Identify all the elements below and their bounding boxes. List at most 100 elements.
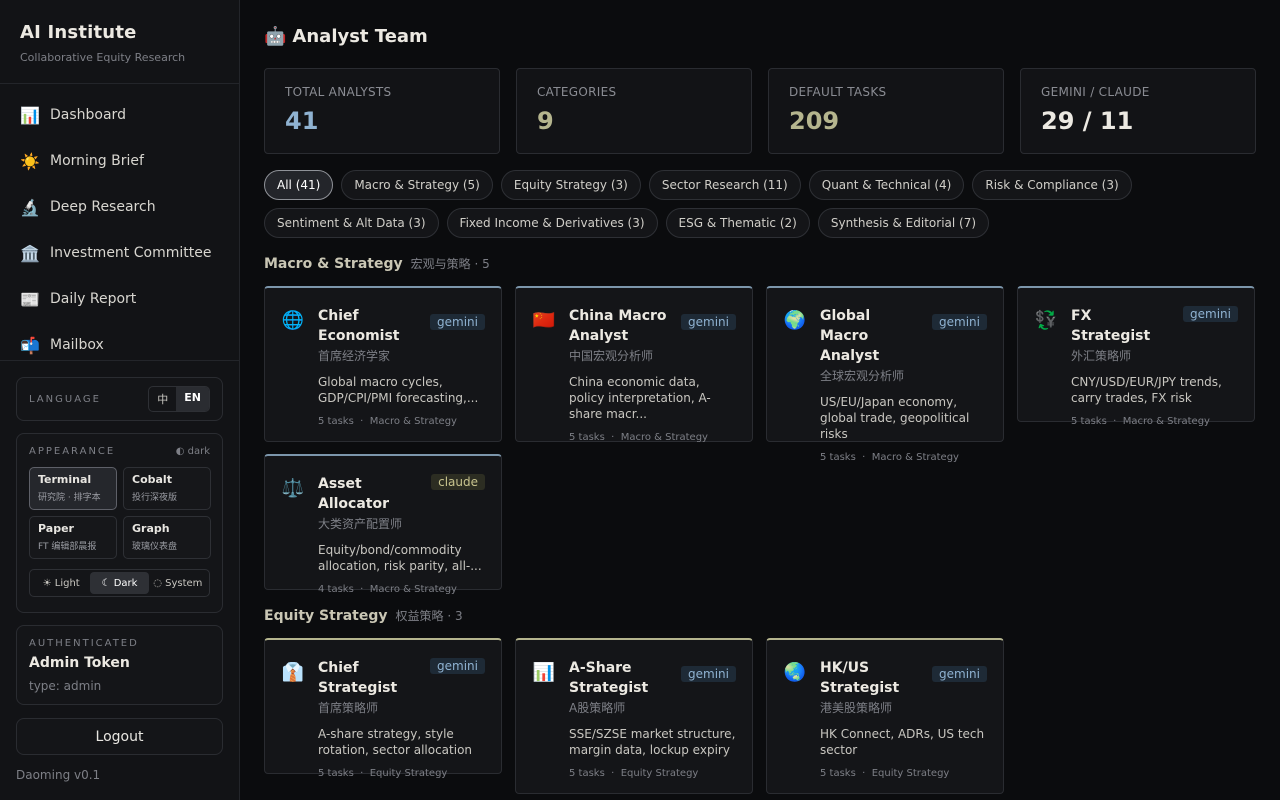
currency-exchange-icon: 💱 [1034, 309, 1058, 331]
analyst-description: Equity/bond/commodity allocation, risk p… [318, 543, 482, 573]
analyst-card-chief-economist[interactable]: 🌐 Chief Economist gemini 首席经济学家 Global ma… [264, 286, 502, 442]
model-badge: gemini [681, 666, 736, 682]
filter-sector-research[interactable]: Sector Research (11) [648, 170, 801, 200]
model-badge: gemini [430, 658, 485, 674]
logout-button[interactable]: Logout [16, 718, 223, 755]
balance-scale-icon: ⚖️ [281, 477, 305, 499]
theme-sub: 研究院 · 排字本 [38, 493, 101, 503]
analyst-name: China Macro Analyst [569, 308, 667, 344]
bar-chart-icon: 📊 [532, 661, 556, 683]
nav-item-label: Investment Committee [50, 245, 212, 261]
mode-dark-button[interactable]: ☾ Dark [90, 572, 149, 594]
model-badge: gemini [1183, 306, 1238, 322]
main-content: 🤖 Analyst Team TOTAL ANALYSTS 41 CATEGORI… [264, 0, 1256, 800]
stat-label: DEFAULT TASKS [789, 85, 887, 99]
model-badge: claude [431, 474, 485, 490]
analyst-card-chief-strategist[interactable]: 👔 Chief Strategist gemini 首席策略师 A-share s… [264, 638, 502, 779]
analyst-meta: 5 tasks · Macro & Strategy [820, 452, 959, 463]
analyst-card-global-macro[interactable]: 🌍 Global Macro Analyst gemini 全球宏观分析师 US/… [766, 286, 1004, 463]
section-header-macro: Macro & Strategy 宏观与策略 · 5 [264, 255, 490, 272]
earth-icon: 🌍 [783, 309, 807, 331]
category-filters: All (41) Macro & Strategy (5) Equity Str… [264, 170, 1256, 238]
analyst-card-fx-strategist[interactable]: 💱 FX Strategist gemini 外汇策略师 CNY/USD/EUR/… [1017, 286, 1255, 427]
filter-all[interactable]: All (41) [264, 170, 334, 200]
analyst-name: A-Share Strategist [569, 660, 649, 696]
theme-terminal[interactable]: Terminal 研究院 · 排字本 [29, 467, 117, 510]
section-subtitle: 宏观与策略 · 5 [410, 257, 490, 271]
filter-equity-strategy[interactable]: Equity Strategy (3) [500, 170, 641, 200]
language-label: LANGUAGE [29, 393, 101, 405]
auth-panel: AUTHENTICATED Admin Token type: admin [16, 625, 223, 705]
analyst-description: US/EU/Japan economy, global trade, geopo… [820, 395, 970, 441]
necktie-icon: 👔 [281, 661, 305, 683]
stat-value: 29 / 11 [1041, 107, 1134, 135]
stat-gemini-claude: GEMINI / CLAUDE 29 / 11 [1020, 68, 1256, 154]
color-mode-switch: ☀ Light ☾ Dark ◌ System [29, 569, 210, 597]
analyst-name: Chief Strategist [318, 660, 398, 696]
model-badge: gemini [681, 314, 736, 330]
mode-indicator: ◐ dark [175, 446, 210, 457]
analyst-description: Global macro cycles, GDP/CPI/PMI forecas… [318, 375, 479, 405]
analyst-meta: 5 tasks · Equity Strategy [569, 768, 699, 779]
theme-graph[interactable]: Graph 玻璃仪表盘 [123, 516, 211, 559]
analyst-card-hk-us-strategist[interactable]: 🌏 HK/US Strategist gemini 港美股策略师 HK Conne… [766, 638, 1004, 794]
analyst-description: A-share strategy, style rotation, sector… [318, 727, 473, 757]
model-badge: gemini [932, 666, 987, 682]
analyst-name: Asset Allocator [318, 476, 390, 512]
theme-name: Terminal [38, 473, 92, 486]
language-option-zh[interactable]: 中 [149, 387, 176, 411]
analyst-description: SSE/SZSE market structure, margin data, … [569, 727, 736, 757]
stats-row: TOTAL ANALYSTS 41 CATEGORIES 9 DEFAULT TAS… [264, 68, 1256, 154]
robot-icon: 🤖 [264, 26, 287, 47]
analyst-card-asset-allocator[interactable]: ⚖️ Asset Allocator claude 大类资产配置师 Equity/… [264, 454, 502, 595]
nav-item-mailbox[interactable]: 📬 Mailbox [0, 322, 239, 360]
brand: AI Institute Collaborative Equity Resear… [0, 0, 239, 84]
china-flag-icon: 🇨🇳 [532, 309, 556, 331]
filter-sentiment-alt-data[interactable]: Sentiment & Alt Data (3) [264, 208, 439, 238]
analyst-meta: 5 tasks · Macro & Strategy [1071, 416, 1210, 427]
nav-item-morning-brief[interactable]: ☀️ Morning Brief [0, 138, 239, 184]
theme-paper[interactable]: Paper FT 编辑部晨报 [29, 516, 117, 559]
stat-label: TOTAL ANALYSTS [285, 85, 392, 99]
filter-esg-thematic[interactable]: ESG & Thematic (2) [665, 208, 810, 238]
analyst-description: China economic data, policy interpretati… [569, 375, 711, 421]
filter-risk-compliance[interactable]: Risk & Compliance (3) [972, 170, 1132, 200]
nav-item-dashboard[interactable]: 📊 Dashboard [0, 92, 239, 138]
mode-light-button[interactable]: ☀ Light [32, 572, 90, 594]
page-title-text: Analyst Team [292, 26, 428, 47]
theme-name: Graph [132, 522, 170, 535]
analyst-meta: 5 tasks · Macro & Strategy [318, 416, 457, 427]
nav-item-daily-report[interactable]: 📰 Daily Report [0, 276, 239, 322]
theme-cobalt[interactable]: Cobalt 投行深夜版 [123, 467, 211, 510]
appearance-panel: APPEARANCE ◐ dark Terminal 研究院 · 排字本 Coba… [16, 433, 223, 613]
filter-quant-technical[interactable]: Quant & Technical (4) [808, 170, 965, 200]
analyst-cn-name: 首席策略师 [318, 701, 379, 715]
stat-categories: CATEGORIES 9 [516, 68, 752, 154]
language-switch: 中 EN [148, 386, 210, 412]
nav-item-deep-research[interactable]: 🔬 Deep Research [0, 184, 239, 230]
sidebar-nav: 📊 Dashboard ☀️ Morning Brief 🔬 Deep Researc… [0, 84, 239, 361]
nav-item-investment-committee[interactable]: 🏛️ Investment Committee [0, 230, 239, 276]
stat-label: GEMINI / CLAUDE [1041, 85, 1150, 99]
filter-synthesis-editorial[interactable]: Synthesis & Editorial (7) [817, 208, 990, 238]
filter-fixed-income-derivatives[interactable]: Fixed Income & Derivatives (3) [446, 208, 658, 238]
section-title: Macro & Strategy [264, 256, 403, 272]
section-title: Equity Strategy [264, 608, 388, 624]
analyst-meta: 4 tasks · Macro & Strategy [318, 584, 457, 595]
analyst-card-china-macro[interactable]: 🇨🇳 China Macro Analyst gemini 中国宏观分析师 Chi… [515, 286, 753, 443]
theme-sub: 玻璃仪表盘 [132, 542, 178, 552]
analyst-cn-name: 大类资产配置师 [318, 517, 403, 531]
theme-name: Cobalt [132, 473, 172, 486]
analyst-name: Global Macro Analyst [820, 308, 880, 364]
theme-sub: 投行深夜版 [132, 493, 178, 503]
filter-macro-strategy[interactable]: Macro & Strategy (5) [341, 170, 493, 200]
auth-type: type: admin [29, 679, 102, 693]
mode-system-button[interactable]: ◌ System [149, 572, 207, 594]
language-option-en[interactable]: EN [176, 387, 209, 411]
sidebar: AI Institute Collaborative Equity Resear… [0, 0, 240, 800]
appearance-label: APPEARANCE [29, 446, 116, 457]
analyst-card-a-share-strategist[interactable]: 📊 A-Share Strategist gemini A股策略师 SSE/SZS… [515, 638, 753, 794]
analyst-meta: 5 tasks · Equity Strategy [820, 768, 950, 779]
brand-subtitle: Collaborative Equity Research [20, 51, 186, 64]
analyst-cn-name: 中国宏观分析师 [569, 349, 654, 363]
